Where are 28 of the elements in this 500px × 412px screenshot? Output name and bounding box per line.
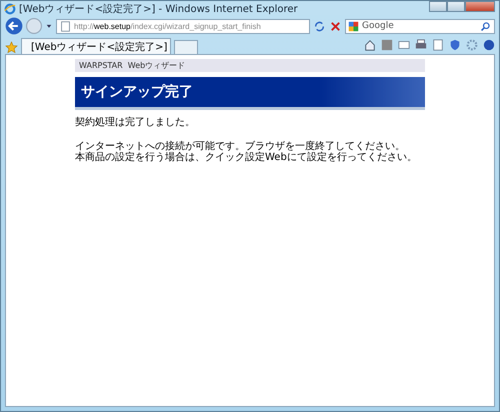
window-title: [Webウィザード<設定完了>] - Windows Internet Explorer: [19, 2, 298, 16]
print-icon[interactable]: [415, 39, 427, 51]
page-heading: サインアップ完了: [75, 77, 425, 110]
message-text: 契約処理は完了しました。: [75, 117, 196, 128]
google-logo-icon[interactable]: [348, 20, 359, 32]
refresh-icon[interactable]: [313, 20, 326, 32]
shield-icon[interactable]: [449, 39, 461, 51]
ie-logo-icon[interactable]: [4, 2, 16, 14]
page-icon[interactable]: [432, 39, 444, 51]
browser-tab[interactable]: [Webウィザード<設定完了>]: [21, 38, 171, 54]
gear-icon[interactable]: [466, 39, 478, 51]
address-field[interactable]: http://web.setup/index.cgi/wizard_signup_start_finish: [56, 18, 310, 34]
message-text: 本商品の設定を行う場合は、クイック設定Webにて設定を行ってください。: [75, 152, 418, 164]
mail-icon[interactable]: [398, 39, 410, 51]
new-tab-button[interactable]: [174, 40, 198, 54]
star-icon[interactable]: [5, 41, 18, 54]
home-icon[interactable]: [364, 39, 376, 51]
minimize-button[interactable]: [429, 1, 447, 12]
maximize-button[interactable]: [447, 1, 465, 12]
page-icon[interactable]: [60, 20, 71, 32]
dropdown-icon[interactable]: [45, 22, 53, 30]
message-text: インターネットへの接続が可能です。ブラウザを一度終了してください。: [75, 140, 406, 152]
url-text: http://web.setup/index.cgi/wizard_signup_start_finish: [74, 22, 261, 30]
stop-icon[interactable]: [329, 20, 342, 32]
site-header: WARPSTAR Webウィザード: [75, 59, 425, 72]
search-icon[interactable]: [480, 20, 491, 32]
close-button[interactable]: [465, 1, 495, 12]
search-field[interactable]: Google: [345, 18, 495, 34]
